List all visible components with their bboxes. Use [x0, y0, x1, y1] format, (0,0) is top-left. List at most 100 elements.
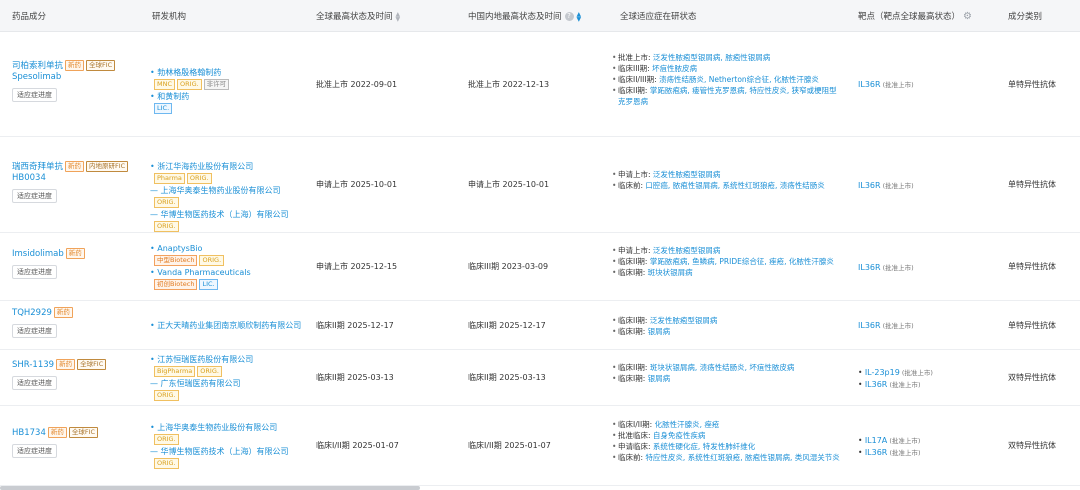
target-cell: IL36R (批准上市): [858, 180, 914, 192]
drug-code[interactable]: HB0034: [12, 173, 142, 184]
drug-cell: 瑞西奇拜单抗 新药 内地原研FIC HB0034 适应症进度: [12, 161, 142, 203]
indication-value[interactable]: 斑块状银屑病, 溃疡性结肠炎, 坏疽性脓皮病: [650, 363, 795, 372]
target-name[interactable]: IL36R: [858, 263, 881, 272]
header-indication: 全球适应症在研状态: [620, 12, 697, 22]
indication-value[interactable]: 掌跖脓疱病, 鱼鳞病, PRIDE综合征, 痤疮, 化脓性汗腺炎: [650, 257, 834, 266]
target-name[interactable]: IL36R: [865, 380, 888, 389]
org-name[interactable]: • 勃林格殷格翰制药: [150, 68, 221, 77]
target-name[interactable]: IL36R: [865, 448, 888, 457]
header-china[interactable]: 中国内地最高状态及时间? ▲ ▼: [468, 10, 581, 22]
help-icon[interactable]: ?: [564, 12, 574, 21]
indication-item: 申请临床: 系统性硬化症, 特发性肺纤维化: [612, 441, 842, 452]
drug-name[interactable]: Imsidolimab: [12, 249, 64, 259]
indication-progress-button[interactable]: 适应症进度: [12, 324, 57, 338]
drug-name[interactable]: 司柏索利单抗: [12, 61, 63, 71]
indication-value[interactable]: 泛发性脓疱型银屑病: [653, 170, 721, 179]
table-row: Imsidolimab 新药 适应症进度 • AnaptysBio 中型Biotech O…: [0, 233, 1080, 301]
drug-code[interactable]: Spesolimab: [12, 72, 142, 83]
drug-name[interactable]: TQH2929: [12, 308, 52, 318]
global-status: 申请上市 2025-12-15: [316, 262, 398, 271]
org-name[interactable]: • AnaptysBio: [150, 244, 202, 253]
table-row: HB1734 新药 全球FIC 适应症进度 • 上海华奥泰生物药业股份有限公司 ORIG.…: [0, 406, 1080, 486]
indication-phase: 批准上市:: [618, 53, 653, 62]
global-status: 临床II期 2025-12-17: [316, 321, 394, 330]
org-name[interactable]: • 江苏恒瑞医药股份有限公司: [150, 355, 253, 364]
drug-badge: 新药: [47, 427, 67, 438]
drug-badge: 内地原研FIC: [86, 161, 129, 172]
org-tag: MNC: [154, 79, 176, 90]
target-name[interactable]: IL17A: [865, 436, 887, 445]
org-name[interactable]: — 华博生物医药技术（上海）有限公司: [150, 447, 289, 456]
org-name[interactable]: • 上海华奥泰生物药业股份有限公司: [150, 423, 277, 432]
indication-value[interactable]: 溃疡性结肠炎, Netherton综合征, 化脓性汗腺炎: [659, 75, 819, 84]
target-status: (批准上市): [887, 381, 921, 389]
target-status: (批准上市): [887, 437, 921, 445]
target-status: (批准上市): [880, 182, 914, 190]
indication-value[interactable]: 斑块状银屑病: [648, 268, 693, 277]
org-tag: ORIG.: [154, 458, 179, 469]
org-tag: BigPharma: [154, 366, 196, 377]
horizontal-scrollbar[interactable]: [0, 486, 420, 490]
org-name[interactable]: • Vanda Pharmaceuticals: [150, 268, 251, 277]
sort-icon[interactable]: ▲ ▼: [396, 11, 401, 22]
drug-name[interactable]: 瑞西奇拜单抗: [12, 162, 63, 172]
drug-name[interactable]: SHR-1139: [12, 360, 54, 370]
drug-cell: Imsidolimab 新药 适应症进度: [12, 248, 142, 279]
indication-value[interactable]: 坏疽性脓皮病: [652, 64, 697, 73]
target-name[interactable]: IL36R: [858, 321, 881, 330]
drug-name[interactable]: HB1734: [12, 428, 46, 438]
table-row: 瑞西奇拜单抗 新药 内地原研FIC HB0034 适应症进度 • 浙江华海药业股份有限公司…: [0, 137, 1080, 233]
target-status: (批准上市): [880, 322, 914, 330]
org-cell: • 上海华奥泰生物药业股份有限公司 ORIG. — 华博生物医药技术（上海）有限公司…: [150, 422, 305, 470]
china-status: 临床III期 2023-03-09: [468, 262, 549, 271]
gear-icon[interactable]: ⚙: [963, 11, 972, 22]
indication-value[interactable]: 自身免疫性疾病: [653, 431, 706, 440]
indication-item: 临床I期: 银屑病: [612, 373, 842, 384]
indication-item: 临床II/III期: 溃疡性结肠炎, Netherton综合征, 化脓性汗腺炎: [612, 74, 842, 85]
indication-item: 临床II期: 斑块状银屑病, 溃疡性结肠炎, 坏疽性脓皮病: [612, 362, 842, 373]
org-name[interactable]: • 正大天晴药业集团南京顺欣制药有限公司: [150, 321, 301, 330]
indication-progress-button[interactable]: 适应症进度: [12, 376, 57, 390]
org-tag: LIC.: [199, 279, 218, 290]
drug-badge: 新药: [65, 60, 85, 71]
indication-value[interactable]: 银屑病: [648, 374, 671, 383]
target-name[interactable]: IL36R: [858, 80, 881, 89]
indication-value[interactable]: 泛发性脓疱型银屑病: [653, 246, 721, 255]
indication-progress-button[interactable]: 适应症进度: [12, 88, 57, 102]
component-class: 双特异性抗体: [1008, 373, 1056, 382]
indication-progress-button[interactable]: 适应症进度: [12, 189, 57, 203]
indication-value[interactable]: 化脓性汗腺炎, 痤疮: [655, 420, 720, 429]
header-drug: 药品成分: [12, 12, 47, 22]
indication-progress-button[interactable]: 适应症进度: [12, 265, 57, 279]
indication-cell: 批准上市: 泛发性脓疱型银屑病, 脓疱性银屑病临床III期: 坏疽性脓皮病临床I…: [612, 52, 842, 107]
indication-cell: 临床I/II期: 化脓性汗腺炎, 痤疮批准临床: 自身免疫性疾病申请临床: 系统…: [612, 419, 842, 463]
indication-progress-button[interactable]: 适应症进度: [12, 444, 57, 458]
indication-value[interactable]: 掌跖脓疱病, 瘘管性克罗恩病, 特应性皮炎, 狭窄或梗阻型克罗恩病: [618, 86, 837, 106]
indication-value[interactable]: 泛发性脓疱型银屑病: [650, 316, 718, 325]
indication-value[interactable]: 特应性皮炎, 系统性红斑狼疮, 脓疱性银屑病, 类风湿关节炎: [645, 453, 839, 462]
org-tag: Pharma: [154, 173, 185, 184]
component-class: 单特异性抗体: [1008, 180, 1056, 189]
target-cell: IL36R (批准上市): [858, 320, 914, 332]
org-tag: 初创Biotech: [154, 279, 198, 290]
indication-cell: 申请上市: 泛发性脓疱型银屑病临床前: 口腔癌, 脓疱性银屑病, 系统性红斑狼疮…: [612, 169, 842, 191]
target-status: (批准上市): [880, 264, 914, 272]
org-name[interactable]: • 浙江华海药业股份有限公司: [150, 162, 253, 171]
indication-item: 批准上市: 泛发性脓疱型银屑病, 脓疱性银屑病: [612, 52, 842, 63]
target-name[interactable]: IL36R: [858, 181, 881, 190]
indication-phase: 临床I/II期:: [618, 420, 655, 429]
org-name[interactable]: • 和黄制药: [150, 92, 189, 101]
org-name[interactable]: — 华博生物医药技术（上海）有限公司: [150, 210, 289, 219]
indication-phase: 临床II期:: [618, 316, 650, 325]
header-global[interactable]: 全球最高状态及时间 ▲ ▼: [316, 10, 400, 22]
target-name[interactable]: IL-23p19: [865, 368, 900, 377]
indication-value[interactable]: 口腔癌, 脓疱性银屑病, 系统性红斑狼疮, 溃疡性结肠炎: [645, 181, 824, 190]
indication-value[interactable]: 系统性硬化症, 特发性肺纤维化: [653, 442, 755, 451]
indication-value[interactable]: 泛发性脓疱型银屑病, 脓疱性银屑病: [653, 53, 770, 62]
sort-icon[interactable]: ▲ ▼: [577, 11, 582, 22]
org-name[interactable]: — 上海华奥泰生物药业股份有限公司: [150, 186, 281, 195]
component-class: 单特异性抗体: [1008, 321, 1056, 330]
drug-badge: 新药: [65, 161, 85, 172]
org-name[interactable]: — 广东恒瑞医药有限公司: [150, 379, 241, 388]
indication-value[interactable]: 银屑病: [648, 327, 671, 336]
